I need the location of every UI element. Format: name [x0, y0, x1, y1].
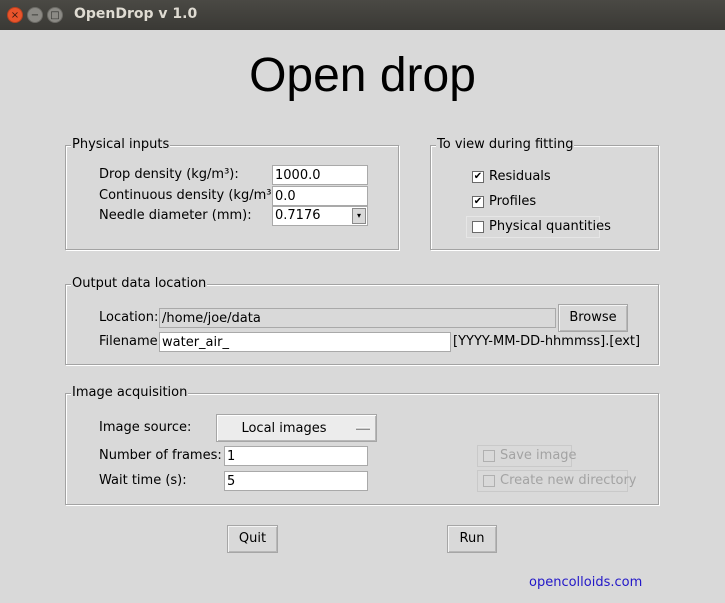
run-button[interactable]: Run — [447, 525, 497, 553]
app-heading: Open drop — [249, 49, 476, 102]
image-source-label: Image source: — [99, 420, 192, 435]
wait-time-label: Wait time (s): — [99, 473, 187, 488]
filename-field[interactable] — [159, 332, 451, 352]
image-source-menu[interactable]: Local images — [216, 414, 377, 442]
image-acquisition-title: Image acquisition — [71, 384, 189, 402]
profiles-label: Profiles — [489, 194, 537, 209]
window-title: OpenDrop v 1.0 — [74, 6, 198, 22]
create-directory-label: Create new directory — [500, 473, 637, 488]
create-directory-checkbox[interactable]: Create new directory — [477, 470, 637, 492]
physical-inputs-title: Physical inputs — [71, 136, 171, 154]
save-image-check-icon[interactable] — [483, 450, 495, 462]
menu-indicator-icon — [356, 427, 370, 430]
close-icon[interactable]: × — [7, 7, 23, 23]
image-source-value: Local images — [241, 421, 327, 436]
location-label: Location: — [99, 310, 159, 325]
profiles-checkbox[interactable]: ✔ Profiles — [466, 191, 536, 213]
residuals-checkbox[interactable]: ✔ Residuals — [466, 166, 551, 188]
needle-diameter-combobox[interactable]: 0.7176 ▾ — [272, 206, 368, 226]
opencolloids-link[interactable]: opencolloids.com — [529, 574, 642, 592]
frames-field[interactable] — [224, 446, 368, 466]
image-acquisition-group: Image acquisition Image source: Local im… — [65, 384, 659, 505]
output-location-title: Output data location — [71, 275, 208, 293]
location-field[interactable] — [159, 308, 556, 328]
create-directory-check-icon[interactable] — [483, 475, 495, 487]
view-during-fitting-group: To view during fitting ✔ Residuals ✔ Pro… — [430, 136, 659, 250]
needle-diameter-label: Needle diameter (mm): — [99, 208, 252, 223]
wait-time-field[interactable] — [224, 471, 368, 491]
quit-button[interactable]: Quit — [227, 525, 278, 553]
frames-label: Number of frames: — [99, 448, 222, 463]
drop-density-field[interactable] — [272, 165, 368, 185]
filename-suffix: [YYYY-MM-DD-hhmmss].[ext] — [453, 334, 641, 349]
browse-button[interactable]: Browse — [558, 304, 628, 332]
physical-quantities-check-icon[interactable] — [472, 221, 484, 233]
window-titlebar: × − □ OpenDrop v 1.0 — [0, 0, 725, 30]
needle-diameter-value: 0.7176 — [275, 208, 321, 223]
continuous-density-label: Continuous density (kg/m³): — [99, 188, 281, 203]
save-image-label: Save image — [500, 448, 577, 463]
physical-quantities-checkbox[interactable]: Physical quantities — [466, 216, 611, 238]
maximize-icon[interactable]: □ — [47, 7, 63, 23]
minimize-icon[interactable]: − — [27, 7, 43, 23]
chevron-down-icon[interactable]: ▾ — [352, 208, 366, 224]
residuals-label: Residuals — [489, 169, 551, 184]
continuous-density-field[interactable] — [272, 186, 368, 206]
residuals-check-icon[interactable]: ✔ — [472, 171, 484, 183]
view-during-fitting-title: To view during fitting — [436, 136, 575, 154]
output-location-group: Output data location Location: Browse Fi… — [65, 275, 659, 365]
physical-quantities-label: Physical quantities — [489, 219, 611, 234]
filename-label: Filename: — [99, 334, 163, 349]
physical-inputs-group: Physical inputs Drop density (kg/m³): Co… — [65, 136, 399, 250]
profiles-check-icon[interactable]: ✔ — [472, 196, 484, 208]
drop-density-label: Drop density (kg/m³): — [99, 167, 239, 182]
save-image-checkbox[interactable]: Save image — [477, 445, 577, 467]
